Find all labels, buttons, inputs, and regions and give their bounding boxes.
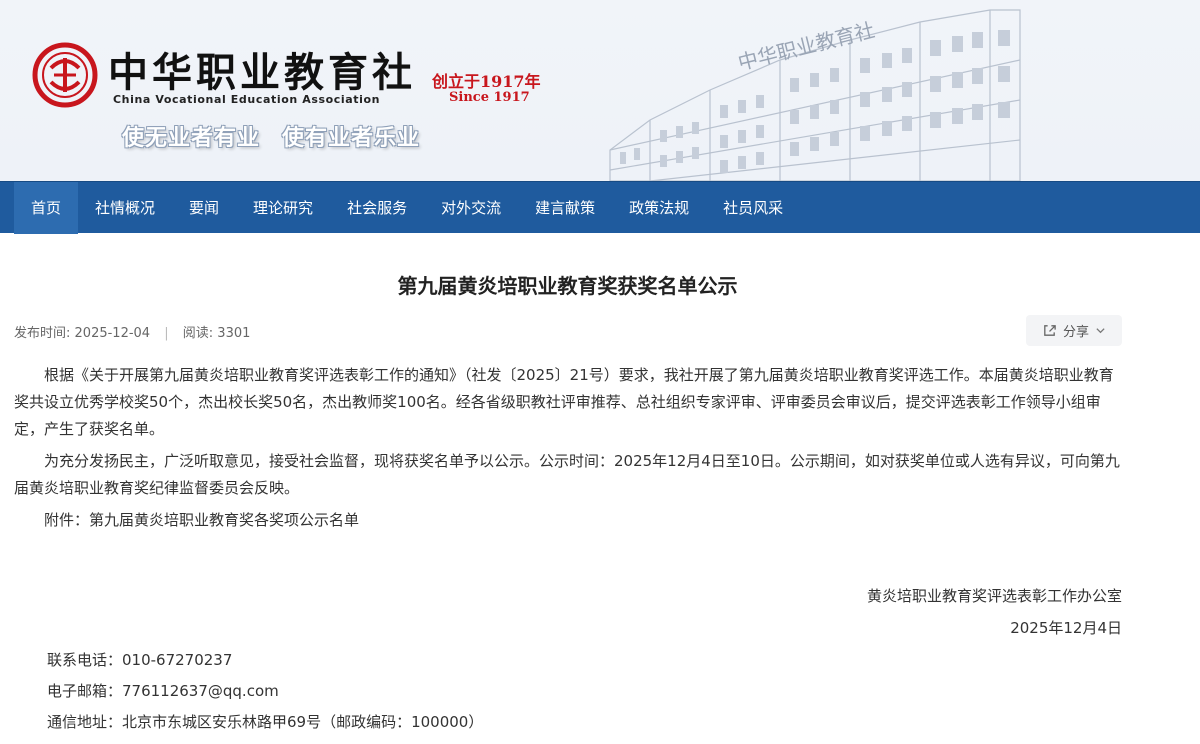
- nav-list: 首页 社情概况 要闻 理论研究 社会服务 对外交流 建言献策 政策法规 社员风采: [14, 182, 800, 234]
- logo-chinese-name: 中华职业教育社: [108, 49, 416, 96]
- nav-item-exchange[interactable]: 对外交流: [424, 182, 518, 234]
- slogan-part-2: 使有业者乐业: [282, 126, 421, 151]
- contact-address: 通信地址：北京市东城区安乐林路甲69号（邮政编码：100000）: [47, 713, 484, 731]
- founded-year-cn: 创立于1917年: [432, 72, 541, 91]
- article-paragraph: 为充分发扬民主，广泛听取意见，接受社会监督，现将获奖名单予以公示。公示时间：20…: [14, 452, 1120, 497]
- building-illustration: 中华职业教育社: [609, 9, 1021, 181]
- main-navigation: 首页 社情概况 要闻 理论研究 社会服务 对外交流 建言献策 政策法规 社员风采: [0, 181, 1200, 234]
- publish-label: 发布时间:: [14, 326, 71, 341]
- nav-item-policy[interactable]: 政策法规: [612, 182, 706, 234]
- nav-item-members[interactable]: 社员风采: [706, 182, 800, 234]
- nav-item-research[interactable]: 理论研究: [236, 182, 330, 234]
- share-icon: [1044, 325, 1056, 336]
- slogan: 使无业者有业 使有业者乐业: [122, 120, 420, 152]
- article-title: 第九届黄炎培职业教育奖获奖名单公示: [397, 274, 738, 298]
- header-banner: 中华职业教育社 中华职业教育社 China Vocational Educati…: [0, 0, 1200, 181]
- article-meta: 发布时间: 2025-12-04 | 阅读: 3301: [14, 322, 250, 341]
- nav-item-advice[interactable]: 建言献策: [518, 182, 612, 234]
- read-count: 3301: [217, 326, 251, 341]
- meta-divider: |: [164, 326, 169, 341]
- attachment-line: 附件：第九届黄炎培职业教育奖各奖项公示名单: [44, 511, 360, 529]
- publish-date: 2025-12-04: [74, 326, 151, 341]
- signature-date: 2025年12月4日: [1010, 619, 1122, 637]
- contact-phone: 联系电话：010-67270237: [47, 651, 233, 669]
- signature-organization: 黄炎培职业教育奖评选表彰工作办公室: [866, 587, 1122, 605]
- logo-english-name: China Vocational Education Association: [113, 93, 381, 106]
- chevron-down-icon: [1096, 328, 1105, 334]
- nav-item-news[interactable]: 要闻: [172, 182, 236, 234]
- building-sign: 中华职业教育社: [735, 18, 877, 75]
- article-body: 根据《关于开展第九届黄炎培职业教育奖评选表彰工作的通知》（社发〔2025〕21号…: [14, 362, 1122, 534]
- nav-item-social-service[interactable]: 社会服务: [330, 182, 424, 234]
- slogan-part-1: 使无业者有业: [122, 126, 261, 151]
- share-label: 分享: [1062, 325, 1089, 340]
- nav-item-home[interactable]: 首页: [14, 182, 79, 234]
- share-button[interactable]: 分享: [1026, 315, 1122, 346]
- read-label: 阅读:: [182, 326, 214, 341]
- contact-email: 电子邮箱：776112637@qq.com: [47, 682, 279, 700]
- article-paragraph: 根据《关于开展第九届黄炎培职业教育奖评选表彰工作的通知》（社发〔2025〕21号…: [14, 366, 1114, 438]
- nav-item-overview[interactable]: 社情概况: [78, 182, 172, 234]
- founded-year-en: Since 1917: [449, 90, 530, 105]
- association-seal-logo: [32, 42, 98, 108]
